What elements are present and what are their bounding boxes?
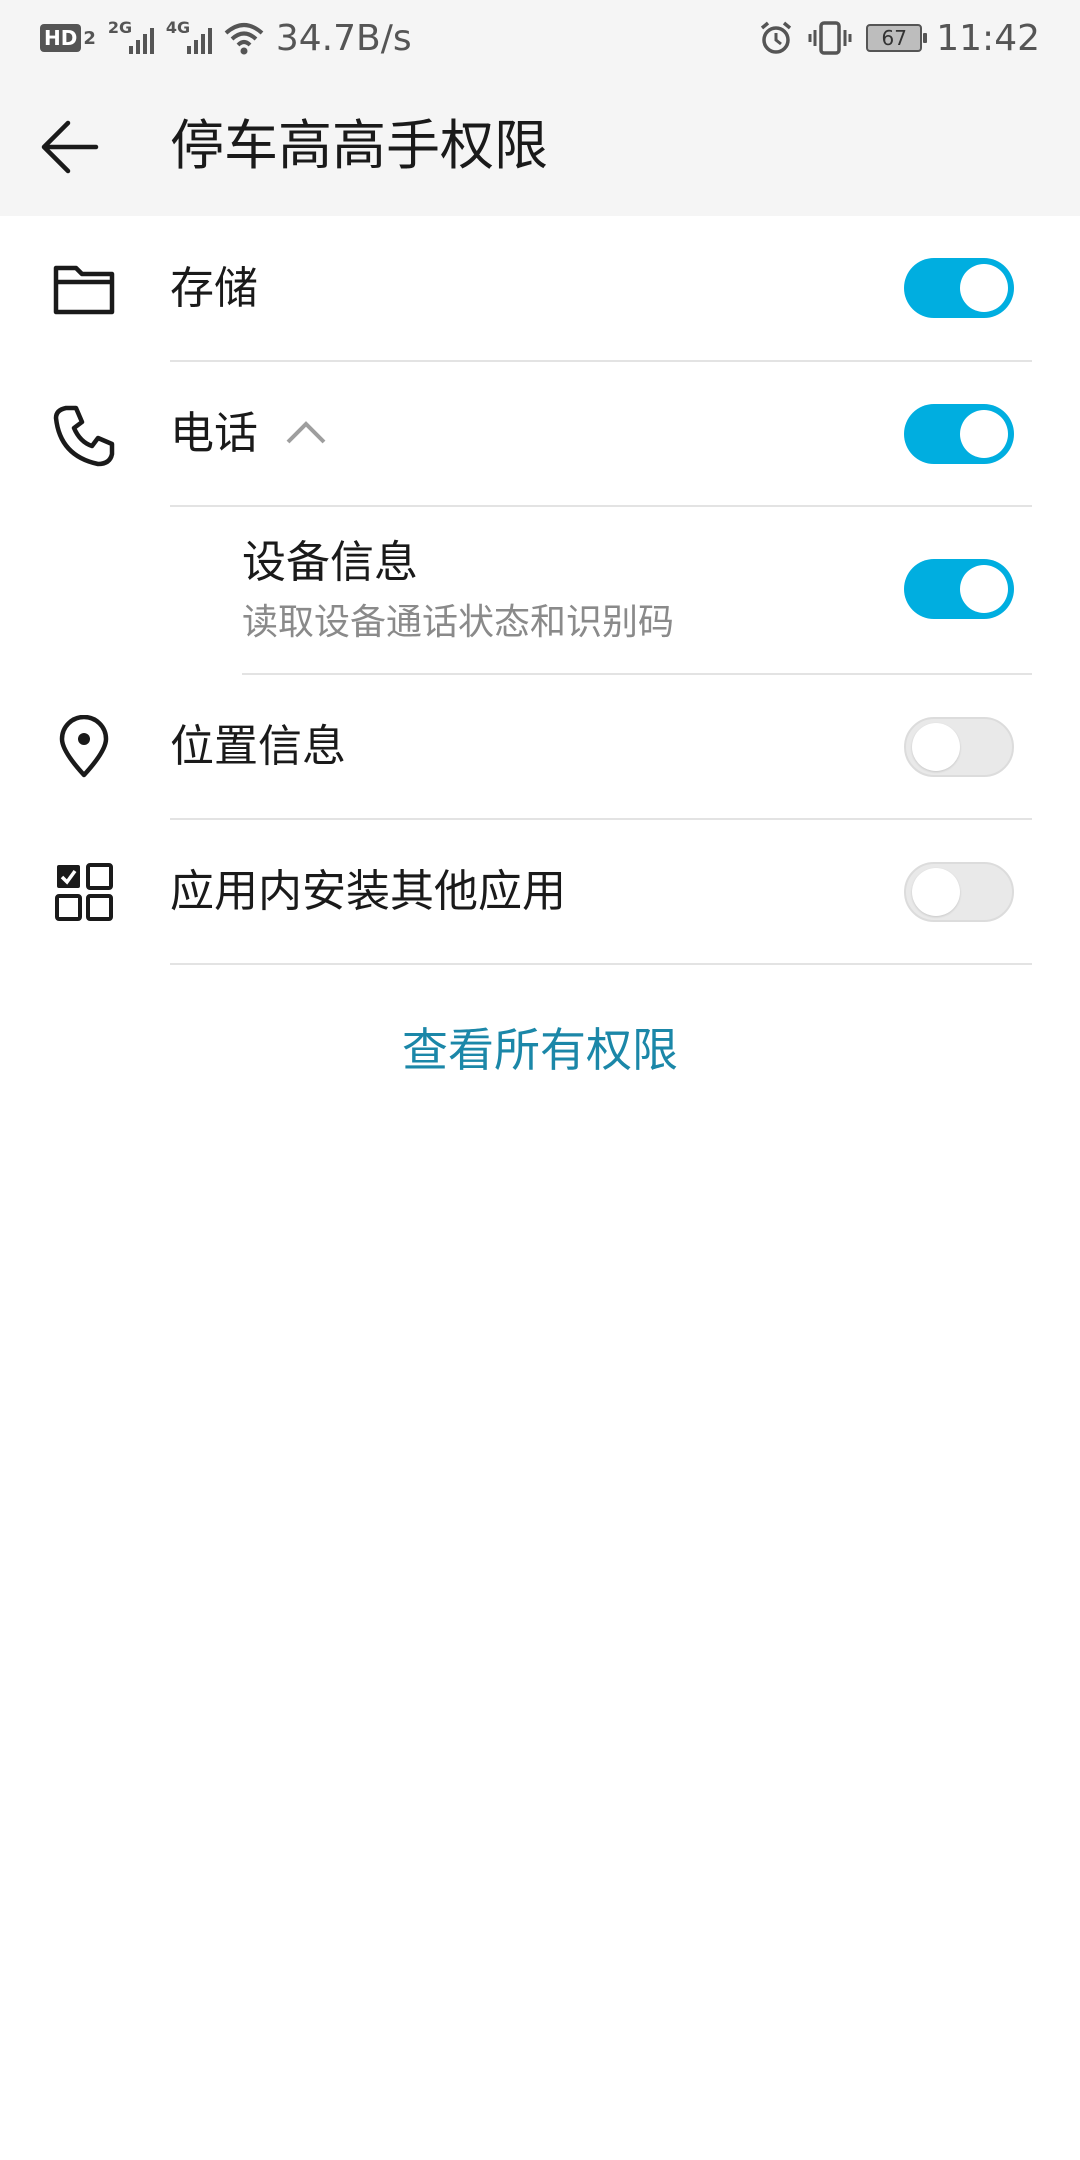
storage-toggle[interactable] bbox=[904, 258, 1014, 318]
folder-icon bbox=[52, 256, 116, 320]
phone-toggle[interactable] bbox=[904, 404, 1014, 464]
toggle-knob bbox=[960, 565, 1008, 613]
clock-time: 11:42 bbox=[936, 17, 1040, 59]
permission-row-storage[interactable]: 存储 bbox=[0, 216, 1080, 362]
network-speed: 34.7B/s bbox=[275, 17, 412, 59]
permission-label-phone: 电话 bbox=[170, 408, 258, 459]
page-title: 停车高高手权限 bbox=[170, 114, 548, 177]
signal-4g-icon: 4G bbox=[166, 18, 212, 58]
permission-label-location: 位置信息 bbox=[170, 721, 346, 772]
location-toggle[interactable] bbox=[904, 717, 1014, 777]
toggle-knob bbox=[912, 723, 960, 771]
apps-grid-icon bbox=[52, 860, 116, 924]
permission-label-storage: 存储 bbox=[170, 263, 258, 314]
view-all-permissions-link[interactable]: 查看所有权限 bbox=[0, 1010, 1080, 1090]
vibrate-icon bbox=[808, 21, 852, 55]
toggle-knob bbox=[960, 264, 1008, 312]
toggle-knob bbox=[912, 868, 960, 916]
device-info-title: 设备信息 bbox=[242, 537, 418, 588]
permission-subrow-device-info[interactable]: 设备信息 读取设备通话状态和识别码 bbox=[0, 507, 1080, 675]
location-pin-icon bbox=[52, 715, 116, 779]
hd-label: HD bbox=[40, 24, 82, 52]
phone-icon bbox=[52, 404, 116, 468]
wifi-icon bbox=[224, 23, 264, 55]
toggle-knob bbox=[960, 410, 1008, 458]
hd-sub-label: 2 bbox=[83, 27, 96, 49]
battery-level: 67 bbox=[881, 26, 907, 50]
status-bar: HD 2 2G 4G 34.7B/s 67 11:42 bbox=[0, 0, 1080, 76]
device-info-toggle[interactable] bbox=[904, 559, 1014, 619]
row-divider bbox=[170, 963, 1032, 965]
permission-row-location[interactable]: 位置信息 bbox=[0, 675, 1080, 820]
permission-row-phone[interactable]: 电话 bbox=[0, 362, 1080, 507]
app-bar: 停车高高手权限 bbox=[0, 76, 1080, 216]
signal-2g-icon: 2G bbox=[108, 18, 154, 58]
status-right: 67 11:42 bbox=[758, 14, 1040, 62]
alarm-icon bbox=[761, 21, 792, 54]
status-left: HD 2 2G 4G 34.7B/s bbox=[40, 14, 412, 62]
chevron-up-icon[interactable] bbox=[286, 420, 326, 446]
back-button[interactable] bbox=[40, 112, 120, 182]
permission-label-install-apps: 应用内安装其他应用 bbox=[170, 866, 566, 917]
back-arrow-icon bbox=[41, 120, 99, 174]
hd-voice-icon: HD 2 bbox=[40, 24, 96, 52]
permission-row-install-apps[interactable]: 应用内安装其他应用 bbox=[0, 820, 1080, 965]
battery-icon: 67 bbox=[866, 24, 928, 52]
install-apps-toggle[interactable] bbox=[904, 862, 1014, 922]
device-info-description: 读取设备通话状态和识别码 bbox=[242, 602, 675, 643]
